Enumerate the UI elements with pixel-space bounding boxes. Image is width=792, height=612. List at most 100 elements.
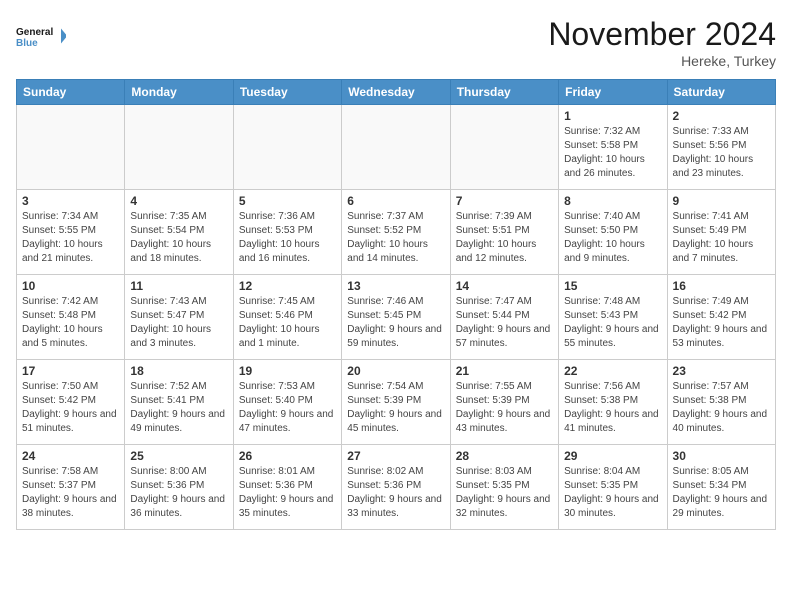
calendar-cell: 13 Sunrise: 7:46 AMSunset: 5:45 PMDayligh… <box>342 275 450 360</box>
day-number: 3 <box>22 194 119 208</box>
day-number: 1 <box>564 109 661 123</box>
calendar-cell <box>17 105 125 190</box>
day-number: 2 <box>673 109 770 123</box>
day-number: 21 <box>456 364 553 378</box>
day-info: Sunrise: 7:42 AMSunset: 5:48 PMDaylight:… <box>22 295 119 351</box>
day-number: 5 <box>239 194 336 208</box>
calendar-cell: 6 Sunrise: 7:37 AMSunset: 5:52 PMDaylight… <box>342 190 450 275</box>
calendar-cell: 15 Sunrise: 7:48 AMSunset: 5:43 PMDayligh… <box>559 275 667 360</box>
calendar-cell: 30Sunrise: 8:05 AMSunset: 5:34 PMDayligh… <box>667 445 775 530</box>
weekday-header-saturday: Saturday <box>667 80 775 105</box>
day-info: Sunrise: 8:01 AMSunset: 5:36 PMDaylight:… <box>239 465 336 521</box>
day-info: Sunrise: 7:53 AMSunset: 5:40 PMDaylight:… <box>239 380 336 436</box>
calendar-table: SundayMondayTuesdayWednesdayThursdayFrid… <box>16 79 776 530</box>
calendar-cell: 27 Sunrise: 8:02 AMSunset: 5:36 PMDayligh… <box>342 445 450 530</box>
day-number: 28 <box>456 449 553 463</box>
calendar-cell: 29 Sunrise: 8:04 AMSunset: 5:35 PMDayligh… <box>559 445 667 530</box>
day-number: 27 <box>347 449 444 463</box>
day-info: Sunrise: 8:00 AMSunset: 5:36 PMDaylight:… <box>130 465 227 521</box>
day-info: Sunrise: 7:40 AMSunset: 5:50 PMDaylight:… <box>564 210 661 266</box>
day-number: 24 <box>22 449 119 463</box>
day-info: Sunrise: 7:49 AMSunset: 5:42 PMDaylight:… <box>673 295 770 351</box>
calendar-cell: 16 Sunrise: 7:49 AMSunset: 5:42 PMDayligh… <box>667 275 775 360</box>
day-info: Sunrise: 7:52 AMSunset: 5:41 PMDaylight:… <box>130 380 227 436</box>
day-number: 6 <box>347 194 444 208</box>
calendar-cell: 2 Sunrise: 7:33 AMSunset: 5:56 PMDaylight… <box>667 105 775 190</box>
day-number: 14 <box>456 279 553 293</box>
calendar-cell: 19 Sunrise: 7:53 AMSunset: 5:40 PMDayligh… <box>233 360 341 445</box>
location-subtitle: Hereke, Turkey <box>548 53 776 69</box>
day-number: 23 <box>673 364 770 378</box>
weekday-header-monday: Monday <box>125 80 233 105</box>
calendar-cell: 11Sunrise: 7:43 AMSunset: 5:47 PMDayligh… <box>125 275 233 360</box>
day-number: 17 <box>22 364 119 378</box>
calendar-cell: 14 Sunrise: 7:47 AMSunset: 5:44 PMDayligh… <box>450 275 558 360</box>
day-info: Sunrise: 7:36 AMSunset: 5:53 PMDaylight:… <box>239 210 336 266</box>
day-number: 29 <box>564 449 661 463</box>
calendar-cell <box>342 105 450 190</box>
day-number: 12 <box>239 279 336 293</box>
day-info: Sunrise: 7:54 AMSunset: 5:39 PMDaylight:… <box>347 380 444 436</box>
calendar-cell: 26 Sunrise: 8:01 AMSunset: 5:36 PMDayligh… <box>233 445 341 530</box>
week-row-2: 3Sunrise: 7:34 AMSunset: 5:55 PMDaylight… <box>17 190 776 275</box>
day-info: Sunrise: 7:39 AMSunset: 5:51 PMDaylight:… <box>456 210 553 266</box>
day-info: Sunrise: 7:35 AMSunset: 5:54 PMDaylight:… <box>130 210 227 266</box>
calendar-cell <box>233 105 341 190</box>
week-row-3: 10 Sunrise: 7:42 AMSunset: 5:48 PMDayligh… <box>17 275 776 360</box>
calendar-cell <box>450 105 558 190</box>
day-info: Sunrise: 7:56 AMSunset: 5:38 PMDaylight:… <box>564 380 661 436</box>
calendar-cell: 17 Sunrise: 7:50 AMSunset: 5:42 PMDayligh… <box>17 360 125 445</box>
calendar-cell: 1 Sunrise: 7:32 AMSunset: 5:58 PMDaylight… <box>559 105 667 190</box>
day-number: 22 <box>564 364 661 378</box>
day-info: Sunrise: 7:48 AMSunset: 5:43 PMDaylight:… <box>564 295 661 351</box>
calendar-cell: 24 Sunrise: 7:58 AMSunset: 5:37 PMDayligh… <box>17 445 125 530</box>
day-info: Sunrise: 7:33 AMSunset: 5:56 PMDaylight:… <box>673 125 770 181</box>
svg-text:Blue: Blue <box>16 38 38 49</box>
day-number: 13 <box>347 279 444 293</box>
calendar-cell: 3Sunrise: 7:34 AMSunset: 5:55 PMDaylight… <box>17 190 125 275</box>
day-info: Sunrise: 8:02 AMSunset: 5:36 PMDaylight:… <box>347 465 444 521</box>
calendar-cell: 8 Sunrise: 7:40 AMSunset: 5:50 PMDaylight… <box>559 190 667 275</box>
day-info: Sunrise: 7:58 AMSunset: 5:37 PMDaylight:… <box>22 465 119 521</box>
day-info: Sunrise: 7:50 AMSunset: 5:42 PMDaylight:… <box>22 380 119 436</box>
calendar-cell: 7 Sunrise: 7:39 AMSunset: 5:51 PMDaylight… <box>450 190 558 275</box>
day-number: 4 <box>130 194 227 208</box>
calendar-cell: 12 Sunrise: 7:45 AMSunset: 5:46 PMDayligh… <box>233 275 341 360</box>
day-number: 7 <box>456 194 553 208</box>
weekday-header-sunday: Sunday <box>17 80 125 105</box>
day-number: 25 <box>130 449 227 463</box>
calendar-cell: 5 Sunrise: 7:36 AMSunset: 5:53 PMDaylight… <box>233 190 341 275</box>
weekday-header-friday: Friday <box>559 80 667 105</box>
weekday-header-wednesday: Wednesday <box>342 80 450 105</box>
day-number: 16 <box>673 279 770 293</box>
page-header: General Blue November 2024 Hereke, Turke… <box>16 16 776 69</box>
week-row-1: 1 Sunrise: 7:32 AMSunset: 5:58 PMDaylight… <box>17 105 776 190</box>
day-number: 20 <box>347 364 444 378</box>
day-info: Sunrise: 7:37 AMSunset: 5:52 PMDaylight:… <box>347 210 444 266</box>
day-info: Sunrise: 7:47 AMSunset: 5:44 PMDaylight:… <box>456 295 553 351</box>
day-info: Sunrise: 7:46 AMSunset: 5:45 PMDaylight:… <box>347 295 444 351</box>
calendar-cell: 22 Sunrise: 7:56 AMSunset: 5:38 PMDayligh… <box>559 360 667 445</box>
day-number: 9 <box>673 194 770 208</box>
calendar-cell: 18Sunrise: 7:52 AMSunset: 5:41 PMDayligh… <box>125 360 233 445</box>
day-number: 8 <box>564 194 661 208</box>
month-title: November 2024 <box>548 16 776 53</box>
day-number: 26 <box>239 449 336 463</box>
day-info: Sunrise: 7:57 AMSunset: 5:38 PMDaylight:… <box>673 380 770 436</box>
week-row-5: 24 Sunrise: 7:58 AMSunset: 5:37 PMDayligh… <box>17 445 776 530</box>
day-info: Sunrise: 8:04 AMSunset: 5:35 PMDaylight:… <box>564 465 661 521</box>
calendar-cell: 9Sunrise: 7:41 AMSunset: 5:49 PMDaylight… <box>667 190 775 275</box>
day-info: Sunrise: 7:45 AMSunset: 5:46 PMDaylight:… <box>239 295 336 351</box>
calendar-cell: 20 Sunrise: 7:54 AMSunset: 5:39 PMDayligh… <box>342 360 450 445</box>
day-number: 10 <box>22 279 119 293</box>
calendar-cell <box>125 105 233 190</box>
day-number: 19 <box>239 364 336 378</box>
week-row-4: 17 Sunrise: 7:50 AMSunset: 5:42 PMDayligh… <box>17 360 776 445</box>
logo: General Blue <box>16 16 66 56</box>
day-info: Sunrise: 8:05 AMSunset: 5:34 PMDaylight:… <box>673 465 770 521</box>
day-number: 15 <box>564 279 661 293</box>
calendar-cell: 4 Sunrise: 7:35 AMSunset: 5:54 PMDaylight… <box>125 190 233 275</box>
day-info: Sunrise: 7:32 AMSunset: 5:58 PMDaylight:… <box>564 125 661 181</box>
weekday-header-thursday: Thursday <box>450 80 558 105</box>
calendar-cell: 10 Sunrise: 7:42 AMSunset: 5:48 PMDayligh… <box>17 275 125 360</box>
